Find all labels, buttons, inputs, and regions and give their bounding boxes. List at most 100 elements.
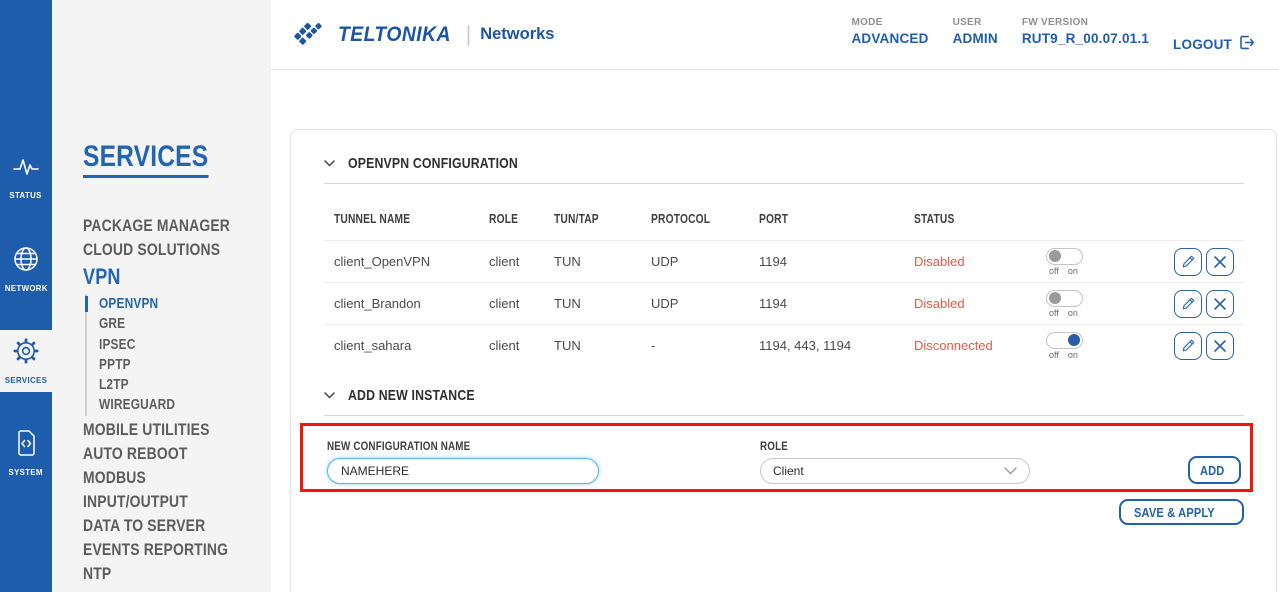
menu-item-auto-reboot[interactable]: AUTO REBOOT <box>83 442 271 466</box>
mode-value[interactable]: ADVANCED <box>851 31 928 46</box>
main-area: TELTONIKA | Networks MODE ADVANCED USER … <box>271 0 1279 592</box>
menu-item-label: VPN <box>83 262 121 292</box>
edit-button[interactable] <box>1174 248 1202 276</box>
menu-item-mobile-utilities[interactable]: MOBILE UTILITIES <box>83 418 271 442</box>
menu-item-ntp[interactable]: NTP <box>83 562 271 586</box>
cell-tunnel-name: client_OpenVPN <box>334 254 489 269</box>
user-value[interactable]: ADMIN <box>953 31 998 46</box>
cell-port: 1194 <box>759 254 914 269</box>
delete-button[interactable] <box>1206 332 1234 360</box>
role-select[interactable]: Client <box>760 458 1030 484</box>
primary-sidebar: STATUS NETWORK SERVICES <box>0 0 52 592</box>
sidebar-item-label: NETWORK <box>5 283 48 293</box>
content-card: OPENVPN CONFIGURATION TUNNEL NAME ROLE T… <box>290 129 1277 592</box>
menu-item-vpn[interactable]: VPN <box>83 262 271 292</box>
menu-item-events-reporting[interactable]: EVENTS REPORTING <box>83 538 271 562</box>
submenu-item-label: OPENVPN <box>99 294 158 314</box>
row-actions <box>1174 332 1234 360</box>
save-row: SAVE & APPLY <box>324 499 1244 525</box>
submenu-item-wireguard[interactable]: WIREGUARD <box>99 395 271 415</box>
enable-toggle[interactable] <box>1046 290 1083 307</box>
toggle-off-label: off <box>1049 350 1059 360</box>
table-header-row: TUNNEL NAME ROLE TUN/TAP PROTOCOL PORT S… <box>324 184 1244 240</box>
cell-tunnel-name: client_Brandon <box>334 296 489 311</box>
menu-title-services[interactable]: SERVICES <box>83 140 208 178</box>
edit-button[interactable] <box>1174 290 1202 318</box>
cell-tun-tap: TUN <box>554 296 651 311</box>
menu-item-label: PACKAGE MANAGER <box>83 214 230 238</box>
menu-item-cloud-solutions[interactable]: CLOUD SOLUTIONS <box>83 238 271 262</box>
file-code-icon <box>13 429 39 462</box>
status-badge: Disabled <box>914 296 1046 311</box>
menu-item-label: MODBUS <box>83 466 146 490</box>
cell-protocol: - <box>651 338 759 353</box>
chevron-down-icon <box>324 154 335 172</box>
submenu-item-l2tp[interactable]: L2TP <box>99 375 271 395</box>
logout-button[interactable]: LOGOUT <box>1173 34 1255 54</box>
add-new-instance-section-header[interactable]: ADD NEW INSTANCE <box>324 386 1244 404</box>
delete-button[interactable] <box>1206 248 1234 276</box>
section-title: OPENVPN CONFIGURATION <box>348 155 518 172</box>
delete-button[interactable] <box>1206 290 1234 318</box>
cell-port: 1194 <box>759 296 914 311</box>
toggle-on-label: on <box>1068 266 1078 276</box>
gear-icon <box>12 337 40 370</box>
menu-item-modbus[interactable]: MODBUS <box>83 466 271 490</box>
teltonika-logo[interactable]: TELTONIKA | Networks <box>293 17 554 52</box>
logout-icon <box>1238 34 1255 54</box>
menu-item-input-output[interactable]: INPUT/OUTPUT <box>83 490 271 514</box>
cell-protocol: UDP <box>651 254 759 269</box>
sidebar-item-system[interactable]: SYSTEM <box>0 422 52 484</box>
add-instance-form: NEW CONFIGURATION NAME ROLE Client ADD <box>327 439 1241 484</box>
table-row: client_Brandon client TUN UDP 1194 Disab… <box>324 282 1244 324</box>
add-button[interactable]: ADD <box>1188 456 1241 484</box>
fw-version-block: FW VERSION RUT9_R_00.07.01.1 <box>1022 15 1149 46</box>
annotation-highlight-box: NEW CONFIGURATION NAME ROLE Client ADD <box>300 423 1253 492</box>
table-row: client_sahara client TUN - 1194, 443, 11… <box>324 324 1244 366</box>
mode-block: MODE ADVANCED <box>851 15 928 46</box>
submenu-item-openvpn[interactable]: OPENVPN <box>99 294 271 314</box>
section-divider <box>324 415 1244 416</box>
enable-toggle[interactable] <box>1046 332 1083 349</box>
header-meta: MODE ADVANCED USER ADMIN FW VERSION RUT9… <box>851 15 1255 54</box>
submenu-item-label: GRE <box>99 314 125 334</box>
status-badge: Disabled <box>914 254 1046 269</box>
menu-item-label: MOBILE UTILITIES <box>83 418 210 442</box>
toggle-knob <box>1049 292 1061 304</box>
brand-separator: | <box>466 23 471 47</box>
sidebar-item-network[interactable]: NETWORK <box>0 238 52 300</box>
enable-toggle[interactable] <box>1046 248 1083 265</box>
menu-item-package-manager[interactable]: PACKAGE MANAGER <box>83 214 271 238</box>
sidebar-item-status[interactable]: STATUS <box>0 146 52 208</box>
save-apply-button[interactable]: SAVE & APPLY <box>1119 499 1244 525</box>
menu-item-label: DATA TO SERVER <box>83 514 205 538</box>
col-role: ROLE <box>489 212 518 226</box>
submenu-item-label: L2TP <box>99 375 129 395</box>
toggle-knob <box>1068 334 1080 346</box>
toggle-labels: offon <box>1046 350 1078 360</box>
row-actions <box>1174 248 1234 276</box>
openvpn-configuration-section-header[interactable]: OPENVPN CONFIGURATION <box>324 154 1244 172</box>
user-label: USER <box>953 17 998 28</box>
sidebar-item-services[interactable]: SERVICES <box>0 330 52 392</box>
add-button-label: ADD <box>1200 463 1224 478</box>
submenu-item-pptp[interactable]: PPTP <box>99 355 271 375</box>
services-menu: SERVICES PACKAGE MANAGER CLOUD SOLUTIONS… <box>52 0 271 592</box>
submenu-item-ipsec[interactable]: IPSEC <box>99 335 271 355</box>
sidebar-item-label: STATUS <box>10 190 42 200</box>
globe-icon <box>12 245 40 278</box>
col-tun-tap: TUN/TAP <box>554 212 599 226</box>
role-selected-value: Client <box>773 464 1004 478</box>
menu-item-label: AUTO REBOOT <box>83 442 188 466</box>
new-configuration-name-input[interactable] <box>327 458 599 484</box>
edit-button[interactable] <box>1174 332 1202 360</box>
submenu-item-gre[interactable]: GRE <box>99 314 271 334</box>
cell-role: client <box>489 254 554 269</box>
cell-tunnel-name: client_sahara <box>334 338 489 353</box>
new-configuration-name-group: NEW CONFIGURATION NAME <box>327 439 599 484</box>
menu-item-data-to-server[interactable]: DATA TO SERVER <box>83 514 271 538</box>
toggle-labels: offon <box>1046 266 1078 276</box>
pulse-icon <box>12 154 40 185</box>
submenu-item-label: IPSEC <box>99 335 136 355</box>
toggle-off-label: off <box>1049 266 1059 276</box>
